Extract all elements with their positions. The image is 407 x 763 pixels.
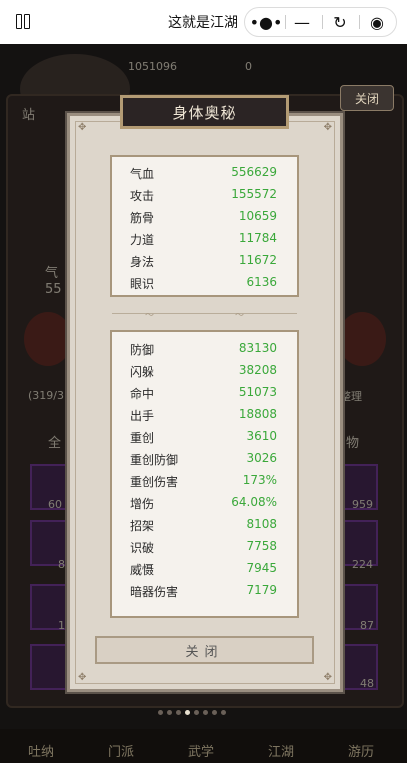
stat-value: 155572 [231, 187, 277, 201]
stat-row: 重创伤害 173% [112, 470, 297, 492]
stat-value: 3610 [246, 429, 277, 443]
stat-label: 眼识 [130, 277, 155, 291]
stat-label: 力道 [130, 233, 155, 247]
stat-label: 招架 [130, 519, 155, 533]
stat-label: 气血 [130, 167, 155, 181]
modal-title: 身体奥秘 [172, 103, 237, 122]
stat-value: 11672 [238, 253, 277, 267]
stat-label: 身法 [130, 255, 155, 269]
stat-row: 识破 7758 [112, 536, 297, 558]
share-icon[interactable]: ↻ [321, 8, 359, 36]
stat-row: 暗器伤害 7179 [112, 580, 297, 602]
page-indicator [158, 700, 230, 719]
top-bar: 这就是江湖 •●• — ↻ ◉ [0, 0, 407, 45]
stat-row: 身法 11672 [112, 250, 297, 272]
page-title: 这就是江湖 [168, 15, 238, 31]
stat-row: 闪躲 38208 [112, 360, 297, 382]
section-divider [112, 313, 297, 314]
stat-value: 556629 [231, 165, 277, 179]
stat-label: 攻击 [130, 189, 155, 203]
stat-label: 筋骨 [130, 211, 155, 225]
target-icon[interactable]: ◉ [358, 8, 396, 36]
close-button[interactable]: 关闭 [95, 636, 314, 664]
stat-value: 173% [242, 473, 277, 487]
divider-ornament-icon: 〜 [145, 311, 155, 321]
stat-row: 筋骨 10659 [112, 206, 297, 228]
stat-row: 命中 51073 [112, 382, 297, 404]
book-icon[interactable] [16, 13, 34, 31]
stat-label: 重创防御 [130, 453, 179, 467]
stat-value: 18808 [238, 407, 277, 421]
stat-value: 7758 [246, 539, 277, 553]
corner-ornament-icon: ✥ [323, 672, 332, 683]
stat-label: 重创 [130, 431, 155, 445]
stat-value: 7179 [246, 583, 277, 597]
stat-row: 防御 83130 [112, 338, 297, 360]
capsule-menu: •●• — ↻ ◉ [244, 7, 397, 37]
stat-label: 识破 [130, 541, 155, 555]
stat-row: 力道 11784 [112, 228, 297, 250]
stat-label: 命中 [130, 387, 155, 401]
primary-stats-panel: 气血 556629 攻击 155572 筋骨 10659 力道 11784 身法 1167… [110, 155, 299, 297]
stat-row: 攻击 155572 [112, 184, 297, 206]
stat-label: 防御 [130, 343, 155, 357]
stat-label: 增伤 [130, 497, 155, 511]
stat-row: 增伤 64.08% [112, 492, 297, 514]
top-close-button[interactable]: 关闭 [340, 85, 394, 111]
divider-ornament-icon: 〜 [235, 311, 245, 321]
stat-label: 闪躲 [130, 365, 155, 379]
stat-value: 6136 [246, 275, 277, 289]
stat-row: 威慑 7945 [112, 558, 297, 580]
stat-value: 38208 [238, 363, 277, 377]
stat-row: 招架 8108 [112, 514, 297, 536]
stat-value: 3026 [246, 451, 277, 465]
stat-row: 眼识 6136 [112, 272, 297, 294]
secondary-stats-panel[interactable]: 防御 83130 闪躲 38208 命中 51073 出手 18808 重创 3610 重… [110, 330, 299, 618]
modal-title-bar: 身体奥秘 [120, 95, 289, 129]
stat-row: 出手 18808 [112, 404, 297, 426]
corner-ornament-icon: ✥ [78, 122, 87, 133]
stat-value: 51073 [238, 385, 277, 399]
stat-value: 7945 [246, 561, 277, 575]
stat-row: 重创防御 3026 [112, 448, 297, 470]
stat-value: 11784 [238, 231, 277, 245]
stat-value: 64.08% [231, 495, 277, 509]
stat-label: 重创伤害 [130, 475, 179, 489]
more-dots-icon[interactable]: •●• [247, 8, 285, 36]
corner-ornament-icon: ✥ [323, 122, 332, 133]
stat-label: 威慑 [130, 563, 155, 577]
minimize-icon[interactable]: — [283, 8, 321, 36]
stat-label: 出手 [130, 409, 155, 423]
stat-value: 10659 [238, 209, 277, 223]
corner-ornament-icon: ✥ [78, 672, 87, 683]
stat-value: 8108 [246, 517, 277, 531]
stat-row: 重创 3610 [112, 426, 297, 448]
stat-label: 暗器伤害 [130, 585, 179, 599]
stat-row: 气血 556629 [112, 162, 297, 184]
stat-value: 83130 [238, 341, 277, 355]
